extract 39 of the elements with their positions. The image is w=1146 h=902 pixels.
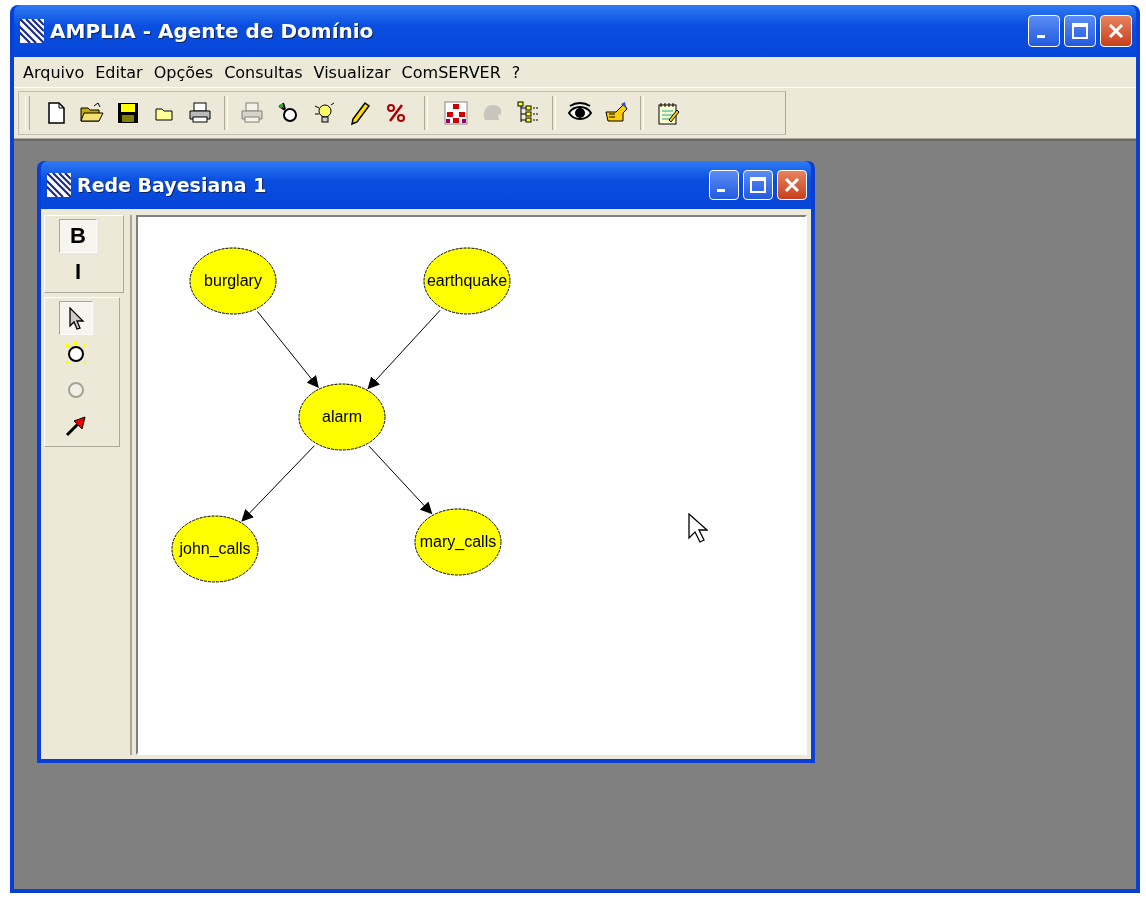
node-label: john_calls (179, 540, 251, 558)
maximize-icon (1071, 22, 1089, 40)
maximize-icon (749, 176, 767, 194)
node-label: mary_calls (419, 533, 497, 551)
node-label: earthquake (426, 272, 508, 290)
italic-button[interactable]: I (59, 255, 97, 289)
menu-item[interactable]: Opções (148, 60, 219, 84)
menu-item[interactable]: Visualizar (308, 60, 396, 84)
minimize-button[interactable] (709, 170, 739, 200)
window-title: AMPLIA - Agente de Domínio (50, 19, 375, 43)
minimize-button[interactable] (1028, 15, 1060, 47)
bold-button[interactable]: B (59, 219, 97, 253)
menu-item[interactable]: ? (506, 60, 526, 84)
mouse-cursor-icon (688, 513, 708, 543)
network-node[interactable]: burglary (189, 247, 277, 315)
network-node[interactable]: alarm (298, 383, 386, 451)
menu-item[interactable]: Arquivo (18, 60, 90, 84)
window-title: Rede Bayesiana 1 (77, 174, 268, 196)
app-icon (47, 173, 71, 197)
network-canvas[interactable]: burglary earthquake alarm john_calls mary_calls (136, 215, 807, 755)
close-button[interactable] (1100, 15, 1132, 47)
node-label: alarm (322, 408, 362, 426)
minimize-icon (717, 188, 725, 192)
maximize-button[interactable] (1064, 15, 1096, 47)
minimize-icon (1037, 34, 1045, 38)
close-icon (783, 176, 801, 194)
app-icon (20, 19, 44, 43)
menu-item[interactable]: Consultas (219, 60, 308, 84)
close-icon (1107, 22, 1125, 40)
network-node[interactable]: john_calls (171, 515, 259, 583)
edge-arrow (368, 445, 433, 515)
network-node[interactable]: earthquake (423, 247, 511, 315)
maximize-button[interactable] (743, 170, 773, 200)
menu-item[interactable]: ComSERVER (396, 60, 506, 84)
pointer-tool-icon[interactable] (59, 301, 93, 335)
node-label: burglary (204, 272, 262, 290)
network-node[interactable]: mary_calls (414, 508, 502, 576)
menu-item[interactable]: Editar (90, 60, 148, 84)
close-button[interactable] (777, 170, 807, 200)
